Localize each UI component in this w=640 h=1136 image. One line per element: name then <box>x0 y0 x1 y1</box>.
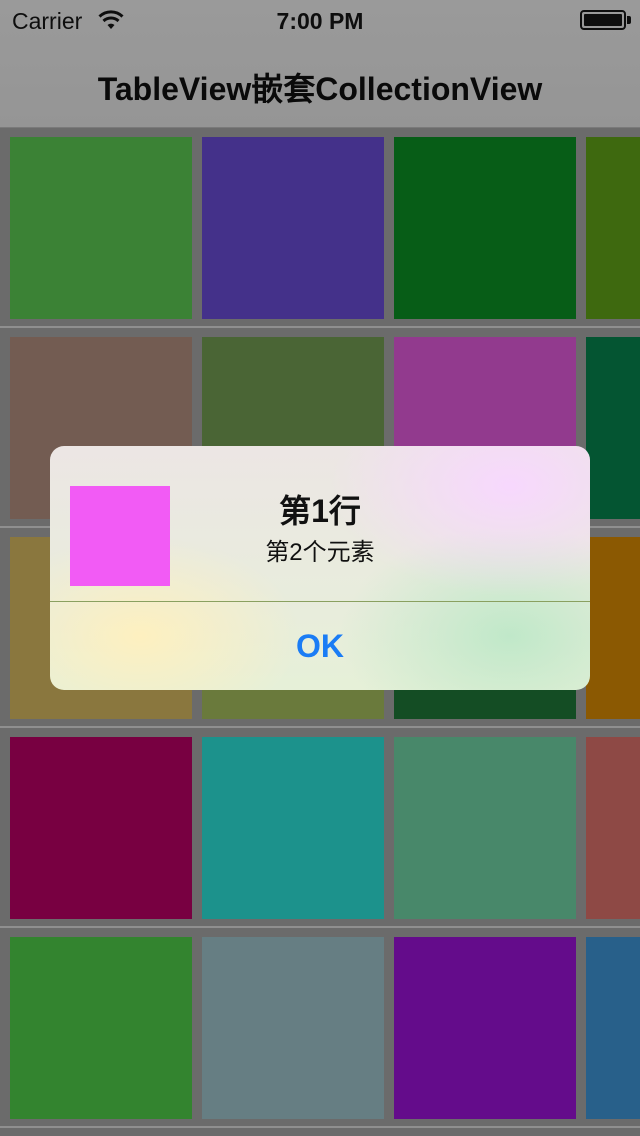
collection-cell[interactable] <box>202 137 384 319</box>
row-separator <box>0 1126 640 1128</box>
collection-cell[interactable] <box>586 937 640 1119</box>
collection-cell[interactable] <box>394 737 576 919</box>
clock-label: 7:00 PM <box>276 8 364 34</box>
collection-cell[interactable] <box>586 537 640 719</box>
collection-cell[interactable] <box>394 137 576 319</box>
alert-title: 第1行 <box>279 493 361 529</box>
collection-cell[interactable] <box>202 937 384 1119</box>
collection-cell[interactable] <box>10 137 192 319</box>
ok-button[interactable]: OK <box>50 602 590 690</box>
status-bar: Carrier 7:00 PM <box>0 0 640 40</box>
collection-cell[interactable] <box>202 737 384 919</box>
collection-cell[interactable] <box>586 137 640 319</box>
collection-cell[interactable] <box>394 937 576 1119</box>
collection-cell[interactable] <box>586 337 640 519</box>
table-row[interactable] <box>0 928 640 1128</box>
collection-cell[interactable] <box>586 737 640 919</box>
battery-tip <box>627 16 631 24</box>
table-row[interactable] <box>0 128 640 328</box>
collection-cell[interactable] <box>10 937 192 1119</box>
screen: Carrier 7:00 PM TableView嵌套CollectionVie… <box>0 0 640 1136</box>
alert-body: 第1行 第2个元素 <box>50 446 590 602</box>
alert-message: 第2个元素 <box>265 539 375 566</box>
alert-dialog: 第1行 第2个元素 OK <box>50 446 590 690</box>
nav-title: TableView嵌套CollectionView <box>97 71 543 107</box>
top-bar: Carrier 7:00 PM TableView嵌套CollectionVie… <box>0 0 640 128</box>
battery-icon <box>580 10 626 30</box>
collection-cell[interactable] <box>10 737 192 919</box>
table-row[interactable] <box>0 728 640 928</box>
